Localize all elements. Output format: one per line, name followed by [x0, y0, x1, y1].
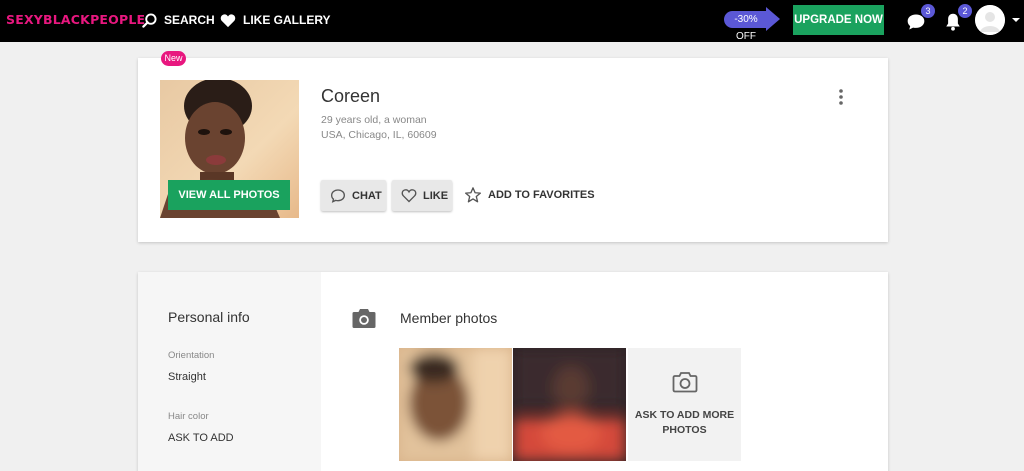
profile-card: VIEW ALL PHOTOS Coreen 29 years old, a w…	[138, 58, 888, 242]
ask-to-add-more-photos-button[interactable]: ASK TO ADD MORE PHOTOS	[628, 348, 741, 461]
notifications-button[interactable]: 2	[942, 4, 972, 33]
profile-name: Coreen	[321, 86, 381, 106]
profile-location: USA, Chicago, IL, 60609	[321, 129, 437, 141]
orientation-label: Orientation	[168, 350, 215, 361]
new-badge: New	[161, 51, 186, 66]
heart-outline-icon	[401, 189, 417, 203]
top-bar: SEXYBLACKPEOPLE SEARCH LIKE GALLERY -30%…	[0, 0, 1024, 42]
view-all-photos-button[interactable]: VIEW ALL PHOTOS	[168, 180, 290, 210]
chevron-down-icon[interactable]	[1012, 18, 1020, 22]
camera-icon	[352, 309, 376, 328]
personal-info-title: Personal info	[168, 309, 250, 325]
profile-photo[interactable]: VIEW ALL PHOTOS	[160, 80, 299, 218]
profile-age-gender: 29 years old, a woman	[321, 114, 427, 126]
like-button[interactable]: LIKE	[392, 180, 452, 211]
user-avatar[interactable]	[975, 5, 1005, 35]
more-options-icon[interactable]	[836, 88, 846, 106]
upgrade-now-button[interactable]: UPGRADE NOW	[793, 5, 884, 35]
nav-like-gallery-label: LIKE GALLERY	[243, 13, 331, 27]
member-photo-thumbnail[interactable]	[399, 348, 512, 461]
like-button-label: LIKE	[423, 189, 449, 202]
messages-count-badge: 3	[921, 4, 935, 18]
search-icon	[142, 12, 157, 28]
heart-icon	[220, 13, 236, 27]
user-icon	[975, 5, 1005, 35]
nav-search-label: SEARCH	[164, 13, 215, 27]
member-photo-thumbnail[interactable]	[513, 348, 626, 461]
chat-button[interactable]: CHAT	[321, 180, 386, 211]
camera-outline-icon	[672, 372, 698, 393]
member-photo-1-image	[399, 348, 512, 461]
member-photos-title: Member photos	[400, 310, 498, 326]
chat-icon	[330, 188, 346, 203]
arrow-right-icon	[766, 7, 780, 31]
notifications-count-badge: 2	[958, 4, 972, 18]
ask-to-add-more-photos-label: ASK TO ADD MORE PHOTOS	[634, 409, 735, 436]
orientation-value: Straight	[168, 371, 206, 383]
info-card: Personal info Orientation Straight Hair …	[138, 272, 888, 471]
personal-info-panel: Personal info Orientation Straight Hair …	[138, 272, 321, 471]
nav-like-gallery[interactable]: LIKE GALLERY	[220, 10, 331, 30]
discount-label: -30% OFF	[724, 11, 768, 42]
logo-text-people: PEOPLE	[90, 12, 146, 27]
site-logo[interactable]: SEXYBLACKPEOPLE	[6, 12, 145, 27]
hair-color-label: Hair color	[168, 411, 209, 422]
star-icon	[464, 187, 482, 203]
logo-text-sexyblack: SEXYBLACK	[6, 12, 91, 27]
add-to-favorites-label: ADD TO FAVORITES	[488, 189, 595, 201]
nav-search[interactable]: SEARCH	[142, 10, 215, 30]
add-to-favorites-button[interactable]: ADD TO FAVORITES	[464, 186, 595, 204]
messages-button[interactable]: 3	[905, 4, 935, 33]
chat-button-label: CHAT	[352, 189, 382, 202]
member-photo-2-image	[513, 348, 626, 461]
hair-color-value[interactable]: ASK TO ADD	[168, 432, 234, 444]
